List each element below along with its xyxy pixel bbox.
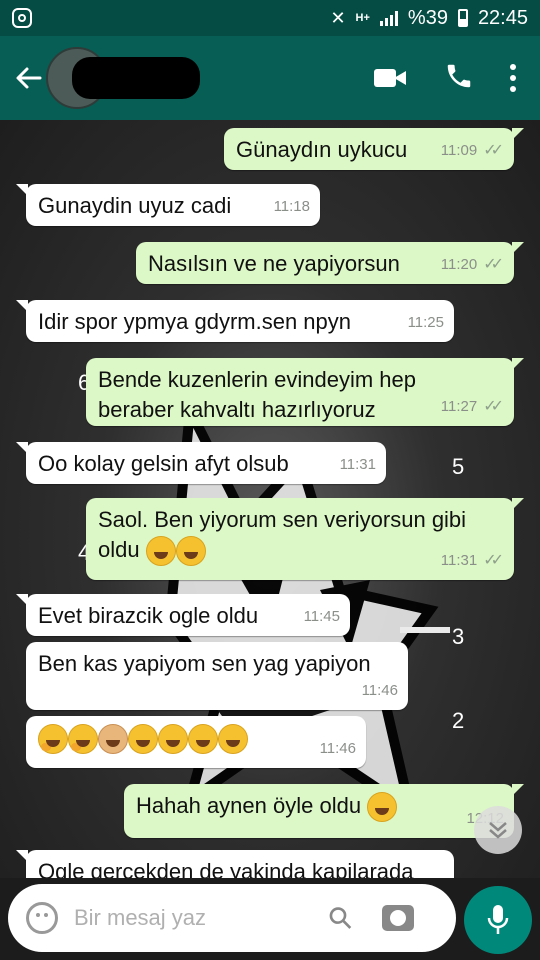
mute-icon: ✕ [330, 7, 346, 28]
network-type: H+ [355, 12, 370, 24]
message-text: Ogle gercekden de yakinda kapilarada [38, 859, 414, 878]
hugging-face-emoji [38, 724, 68, 755]
hugging-face-emoji [68, 724, 98, 755]
message-outgoing[interactable]: Hahah aynen öyle oldu 12:12 [124, 784, 524, 838]
message-incoming[interactable]: Gunaydin uyuz cadi 11:18 [16, 184, 320, 226]
tears-of-joy-emoji [145, 536, 176, 567]
message-outgoing[interactable]: Bende kuzenlerin evindeyim hep beraber k… [86, 358, 524, 426]
message-time: 11:31 [339, 456, 376, 473]
message-text: Gunaydin uyuz cadi [38, 193, 232, 218]
back-arrow-icon[interactable] [6, 56, 50, 100]
rolling-on-floor-laughing-emoji [218, 724, 248, 755]
message-outgoing[interactable]: Saol. Ben yiyorum sen veriyorsun gibi ol… [86, 498, 524, 580]
scroll-to-bottom-button[interactable] [474, 806, 522, 854]
message-time: 11:45 [303, 608, 340, 625]
phone-icon[interactable] [444, 61, 474, 96]
emoji-picker-icon[interactable] [26, 902, 58, 934]
compose-bar: ⚲ [0, 878, 540, 960]
battery-percent: %39 [407, 6, 448, 29]
message-incoming[interactable]: Ben kas yapiyom sen yag yapiyon 11:46 [26, 642, 408, 710]
tears-of-joy-emoji [367, 792, 398, 823]
chat-area[interactable]: 6 5 4 3 2 Günaydın uykucu 11:09 ✓✓ Gunayd… [0, 120, 540, 878]
attachment-icon[interactable]: ⚲ [321, 898, 361, 938]
read-receipt-icon: ✓✓ [483, 398, 504, 415]
camera-icon[interactable] [381, 905, 414, 931]
message-time: 11:09 [440, 142, 478, 159]
message-time: 11:18 [273, 198, 310, 215]
more-options-icon[interactable] [510, 64, 516, 92]
rolling-on-floor-laughing-emoji [188, 724, 218, 755]
message-time: 11:20 [440, 256, 478, 273]
message-time: 11:25 [407, 314, 444, 331]
message-text: Oo kolay gelsin afyt olsub [38, 451, 289, 476]
message-input[interactable] [74, 905, 324, 931]
status-indicators: ✕ H+ %39 22:45 [330, 7, 528, 30]
message-incoming[interactable]: Ogle gercekden de yakinda kapilarada [16, 850, 454, 878]
tears-of-joy-emoji [175, 536, 206, 567]
message-text: Bende kuzenlerin evindeyim hep beraber k… [98, 367, 416, 422]
message-time: 11:31 [440, 552, 478, 569]
message-incoming[interactable]: Evet birazcik ogle oldu 11:45 [16, 594, 350, 636]
microphone-button[interactable] [464, 886, 532, 954]
video-call-icon[interactable] [374, 67, 408, 89]
rolling-on-floor-laughing-emoji [128, 724, 158, 755]
message-incoming[interactable]: Idir spor ypmya gdyrm.sen npyn 11:25 [16, 300, 454, 342]
status-bar: ✕ H+ %39 22:45 [0, 0, 540, 36]
read-receipt-icon: ✓✓ [483, 552, 504, 569]
couple-with-heart-emoji [98, 724, 128, 755]
message-text: Nasılsın ve ne yapiyorsun [148, 251, 400, 276]
message-incoming-emojis[interactable]: 11:46 [26, 716, 366, 768]
message-time: 11:27 [440, 398, 478, 415]
chat-header [0, 36, 540, 120]
wallpaper-number: 3 [452, 624, 465, 649]
message-time: 11:46 [361, 682, 398, 699]
double-chevron-down-icon [489, 822, 507, 839]
message-text: Günaydın uykucu [236, 137, 408, 162]
message-text: Hahah aynen öyle oldu [136, 793, 362, 818]
wallpaper-number: 5 [452, 454, 465, 479]
read-receipt-icon: ✓✓ [483, 142, 504, 159]
message-time: 11:46 [319, 740, 356, 757]
message-text: Ben kas yapiyom sen yag yapiyon [38, 651, 371, 676]
message-outgoing[interactable]: Nasılsın ve ne yapiyorsun 11:20 ✓✓ [136, 242, 524, 284]
clock: 22:45 [477, 6, 528, 29]
message-input-container: ⚲ [8, 884, 456, 952]
message-incoming[interactable]: Oo kolay gelsin afyt olsub 11:31 [16, 442, 386, 484]
wallpaper-number: 2 [452, 708, 465, 733]
microphone-icon [487, 905, 509, 934]
contact-name-redacted[interactable] [72, 57, 200, 99]
message-text: Evet birazcik ogle oldu [38, 603, 259, 628]
instagram-notification-icon [12, 8, 32, 28]
rolling-on-floor-laughing-emoji [158, 724, 188, 755]
message-outgoing[interactable]: Günaydın uykucu 11:09 ✓✓ [224, 128, 524, 170]
battery-icon [457, 9, 468, 27]
signal-icon [379, 10, 398, 26]
read-receipt-icon: ✓✓ [483, 256, 504, 273]
message-text: Idir spor ypmya gdyrm.sen npyn [38, 309, 352, 334]
